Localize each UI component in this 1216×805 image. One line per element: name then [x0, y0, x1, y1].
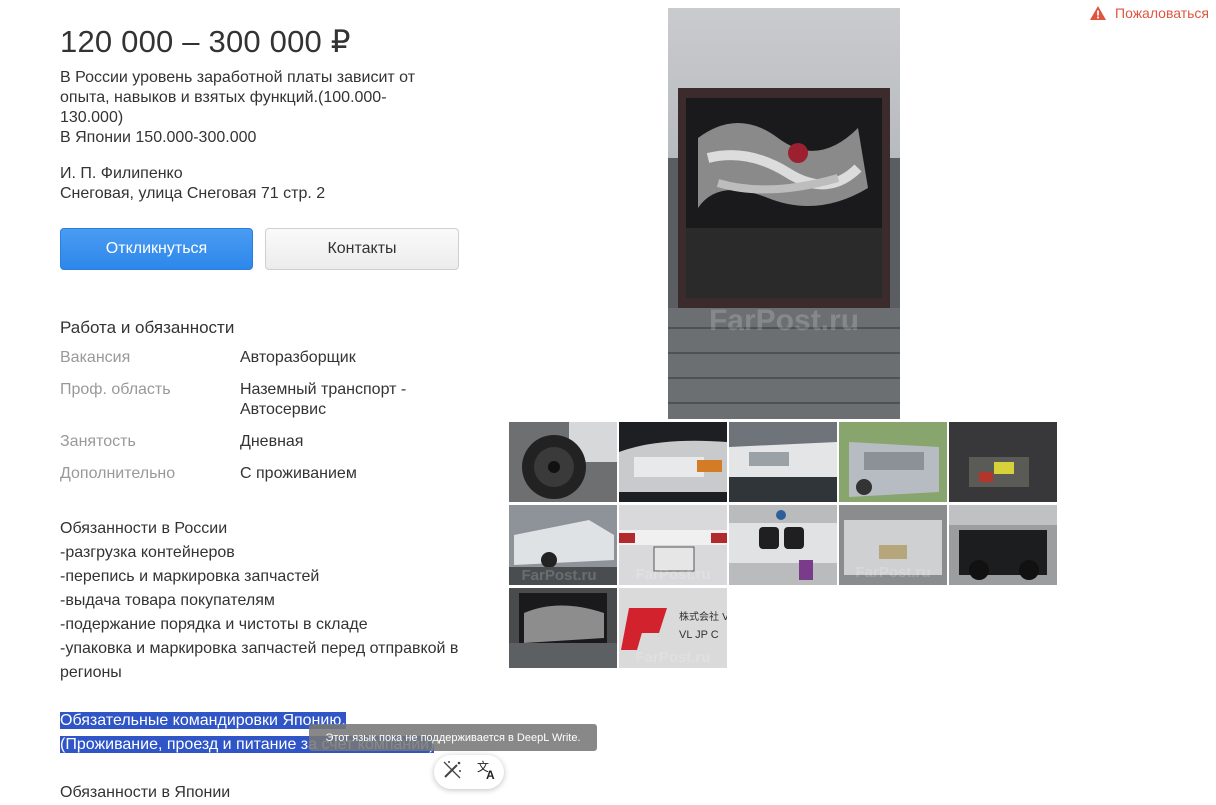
duty-line: регионы: [60, 664, 122, 681]
gallery-thumbnail[interactable]: [509, 588, 617, 668]
logo-text: 株式会社 V: [679, 610, 727, 623]
watermark: FarPost.ru: [635, 649, 710, 666]
description-line: В России уровень заработной платы зависи…: [60, 69, 416, 86]
property-key: Дополнительно: [60, 465, 176, 482]
deepl-tooltip: Этот язык пока не поддерживается в DeepL…: [309, 724, 597, 751]
description-line: В Японии 150.000-300.000: [60, 129, 257, 146]
gallery-thumbnail[interactable]: [839, 422, 947, 502]
property-key: Вакансия: [60, 349, 131, 366]
duty-line: -перепись и маркировка запчастей: [60, 568, 320, 585]
respond-button[interactable]: Откликнуться: [60, 228, 253, 270]
gallery-thumbnail[interactable]: [509, 422, 617, 502]
gallery-thumbnail[interactable]: [949, 422, 1057, 502]
section-title: Работа и обязанности: [60, 318, 235, 337]
watermark: FarPost.ru: [635, 566, 710, 583]
employer-name: И. П. Филипенко: [60, 165, 183, 182]
gallery-thumbnail[interactable]: [729, 422, 837, 502]
watermark: FarPost.ru: [709, 304, 859, 337]
salary-description: В России уровень заработной платы зависи…: [60, 68, 430, 148]
job-description: Обязанности в России -разгрузка контейне…: [60, 517, 480, 805]
deepl-toolbar: 文 A: [434, 755, 504, 789]
property-value: С проживанием: [240, 465, 357, 482]
duty-line: -разгрузка контейнеров: [60, 544, 235, 561]
property-value: Наземный транспорт - Автосервис: [240, 381, 407, 418]
duty-line: -выдача товара покупателям: [60, 592, 275, 609]
employer-contact: И. П. Филипенко Снеговая, улица Снеговая…: [60, 164, 325, 204]
magic-wand-icon[interactable]: [441, 759, 463, 786]
selected-text[interactable]: Обязательные командировки Японию.: [60, 712, 346, 729]
warning-triangle-icon: [1090, 6, 1106, 20]
watermark: FarPost.ru: [855, 564, 930, 581]
gallery-thumbnail[interactable]: [729, 505, 837, 585]
property-key: Занятость: [60, 433, 136, 450]
gallery-thumbnail[interactable]: [619, 422, 727, 502]
gallery-thumbnail[interactable]: [949, 505, 1057, 585]
svg-text:A: A: [486, 768, 495, 781]
employer-address: Снеговая, улица Снеговая 71 стр. 2: [60, 185, 326, 202]
gallery-thumbnail[interactable]: FarPost.ru: [619, 505, 727, 585]
property-key: Проф. область: [60, 381, 171, 398]
property-value: Авторазборщик: [240, 349, 356, 366]
duties-japan-title: Обязанности в Японии: [60, 784, 231, 801]
price: 120 000 – 300 000 ₽: [60, 24, 351, 59]
duty-line: -подержание порядка и чистоты в складе: [60, 616, 368, 633]
gallery-thumbnail[interactable]: FarPost.ru: [839, 505, 947, 585]
gallery-thumbnail[interactable]: FarPost.ru: [509, 505, 617, 585]
translate-icon[interactable]: 文 A: [476, 759, 498, 786]
logo-text: VL JP C: [679, 629, 719, 641]
gallery-thumbnail[interactable]: 株式会社 V VL JP C FarPost.ru: [619, 588, 727, 668]
watermark: FarPost.ru: [521, 567, 596, 584]
description-line: 130.000): [60, 109, 124, 126]
property-value: Дневная: [240, 433, 304, 450]
complain-link[interactable]: Пожаловаться: [1089, 5, 1209, 21]
description-line: опыта, навыков и взятых функций.(100.000…: [60, 89, 387, 106]
duty-line: -упаковка и маркировка запчастей перед о…: [60, 640, 459, 657]
main-photo[interactable]: FarPost.ru: [668, 8, 900, 419]
duty-line: Обязанности в России: [60, 520, 228, 537]
complain-label: Пожаловаться: [1115, 5, 1210, 21]
container-photo: FarPost.ru: [668, 8, 900, 419]
contacts-button[interactable]: Контакты: [265, 228, 459, 270]
